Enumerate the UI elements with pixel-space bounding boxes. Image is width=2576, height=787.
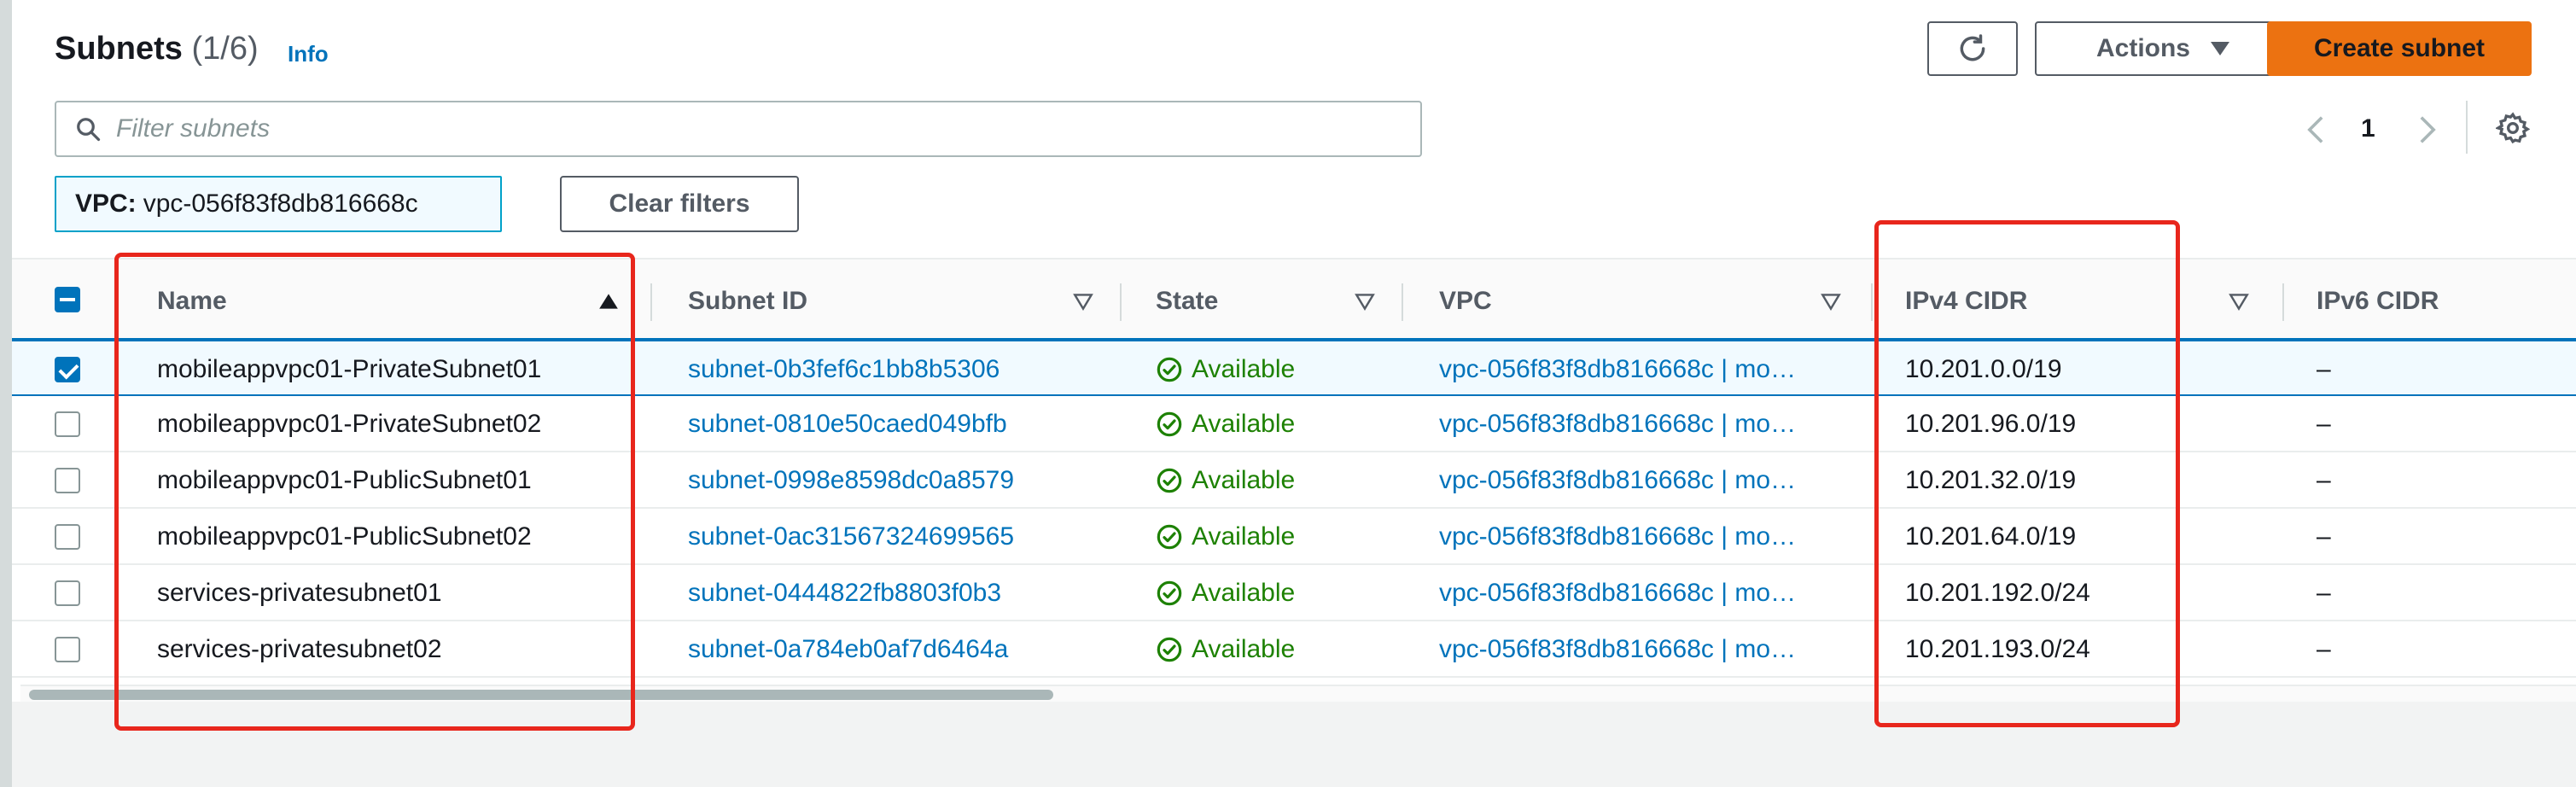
previous-page-button[interactable] xyxy=(2303,113,2328,147)
column-header-ipv6-cidr[interactable]: IPv6 CIDR xyxy=(2317,287,2439,316)
column-header-subnet-id[interactable]: Subnet ID xyxy=(688,287,807,316)
vpc-link[interactable]: vpc-056f83f8db816668c | mo… xyxy=(1439,410,1840,439)
chevron-left-icon xyxy=(2307,116,2323,143)
check-circle-icon xyxy=(1157,580,1182,606)
chevron-right-icon xyxy=(2420,116,2436,143)
refresh-icon xyxy=(1960,34,1985,61)
vpc-link[interactable]: vpc-056f83f8db816668c | mo… xyxy=(1439,355,1840,384)
actions-dropdown[interactable]: Actions xyxy=(2035,21,2291,76)
check-circle-icon xyxy=(1157,411,1182,437)
check-circle-icon xyxy=(1157,357,1182,382)
clear-filters-label: Clear filters xyxy=(609,189,750,218)
next-page-button[interactable] xyxy=(2415,113,2440,147)
token-key: VPC: xyxy=(75,189,137,218)
sort-icon[interactable] xyxy=(2228,290,2250,312)
ipv6-cidr: – xyxy=(2317,522,2331,551)
state-label: Available xyxy=(1192,355,1296,383)
vpc-link[interactable]: vpc-056f83f8db816668c | mo… xyxy=(1439,579,1840,608)
current-page[interactable]: 1 xyxy=(2361,114,2375,143)
sort-icon[interactable] xyxy=(1820,290,1842,312)
page-title-text: Subnets xyxy=(55,31,183,67)
row-checkbox[interactable] xyxy=(55,468,80,493)
column-divider[interactable] xyxy=(2282,283,2284,321)
column-header-vpc[interactable]: VPC xyxy=(1439,287,1492,316)
check-circle-icon xyxy=(1157,468,1182,493)
subnet-state: Available xyxy=(1156,635,1395,664)
subnets-page: Subnets (1/6) Info Actions Create subnet xyxy=(0,0,2576,787)
column-divider[interactable] xyxy=(1402,283,1403,321)
ipv6-cidr: – xyxy=(2317,635,2331,663)
row-checkbox[interactable] xyxy=(55,411,80,437)
select-all-checkbox[interactable] xyxy=(55,287,80,312)
subnet-id-link[interactable]: subnet-0444822fb8803f0b3 xyxy=(688,579,1132,608)
pager-divider xyxy=(2466,101,2468,154)
column-divider[interactable] xyxy=(1871,283,1873,321)
gear-icon[interactable] xyxy=(2496,111,2530,145)
subnet-state: Available xyxy=(1156,466,1395,495)
close-icon[interactable] xyxy=(500,188,502,222)
actions-label: Actions xyxy=(2095,34,2190,62)
panel-header: Subnets (1/6) Info Actions Create subnet xyxy=(12,0,2576,258)
state-label: Available xyxy=(1192,410,1296,438)
ipv6-cidr: – xyxy=(2317,410,2331,438)
ipv6-cidr: – xyxy=(2317,579,2331,607)
state-label: Available xyxy=(1192,579,1296,607)
caret-down-icon xyxy=(2211,42,2229,55)
token-value: vpc-056f83f8db816668c xyxy=(143,189,418,218)
state-label: Available xyxy=(1192,635,1296,663)
state-label: Available xyxy=(1192,522,1296,551)
page-title: Subnets (1/6) xyxy=(55,31,259,67)
row-checkbox[interactable] xyxy=(55,580,80,606)
left-border xyxy=(0,0,12,787)
check-circle-icon xyxy=(1157,524,1182,550)
ipv6-cidr: – xyxy=(2317,466,2331,494)
refresh-button[interactable] xyxy=(1927,21,2018,76)
annotation-box-name-column xyxy=(114,253,635,731)
create-subnet-button[interactable]: Create subnet xyxy=(2267,21,2532,76)
filter-input[interactable] xyxy=(116,109,1396,149)
subnet-id-link[interactable]: subnet-0b3fef6c1bb8b5306 xyxy=(688,355,1132,384)
subnet-id-link[interactable]: subnet-0ac31567324699565 xyxy=(688,522,1132,551)
subnet-id-link[interactable]: subnet-0998e8598dc0a8579 xyxy=(688,466,1132,495)
vpc-filter-token: VPC: vpc-056f83f8db816668c xyxy=(55,176,502,232)
state-label: Available xyxy=(1192,466,1296,494)
column-divider[interactable] xyxy=(1120,283,1122,321)
sort-icon[interactable] xyxy=(1072,290,1094,312)
info-link[interactable]: Info xyxy=(288,41,329,67)
subnet-id-link[interactable]: subnet-0810e50caed049bfb xyxy=(688,410,1132,439)
annotation-box-ipv4-column xyxy=(1874,220,2180,727)
vpc-link[interactable]: vpc-056f83f8db816668c | mo… xyxy=(1439,522,1840,551)
clear-filters-button[interactable]: Clear filters xyxy=(560,176,799,232)
row-checkbox[interactable] xyxy=(55,524,80,550)
subnet-state: Available xyxy=(1156,355,1395,384)
vpc-link[interactable]: vpc-056f83f8db816668c | mo… xyxy=(1439,466,1840,495)
row-checkbox[interactable] xyxy=(55,357,80,382)
subnet-state: Available xyxy=(1156,410,1395,439)
search-icon xyxy=(77,118,101,142)
row-checkbox[interactable] xyxy=(55,637,80,662)
create-subnet-label: Create subnet xyxy=(2313,34,2486,62)
column-divider[interactable] xyxy=(650,283,652,321)
check-circle-icon xyxy=(1157,637,1182,662)
subnet-id-link[interactable]: subnet-0a784eb0af7d6464a xyxy=(688,635,1132,664)
sort-icon[interactable] xyxy=(1354,290,1376,312)
ipv6-cidr: – xyxy=(2317,355,2331,383)
selection-count: (1/6) xyxy=(191,31,259,67)
column-header-state[interactable]: State xyxy=(1156,287,1218,316)
subnet-state: Available xyxy=(1156,579,1395,608)
filter-bar xyxy=(55,101,1422,157)
subnet-state: Available xyxy=(1156,522,1395,551)
vpc-link[interactable]: vpc-056f83f8db816668c | mo… xyxy=(1439,635,1840,664)
